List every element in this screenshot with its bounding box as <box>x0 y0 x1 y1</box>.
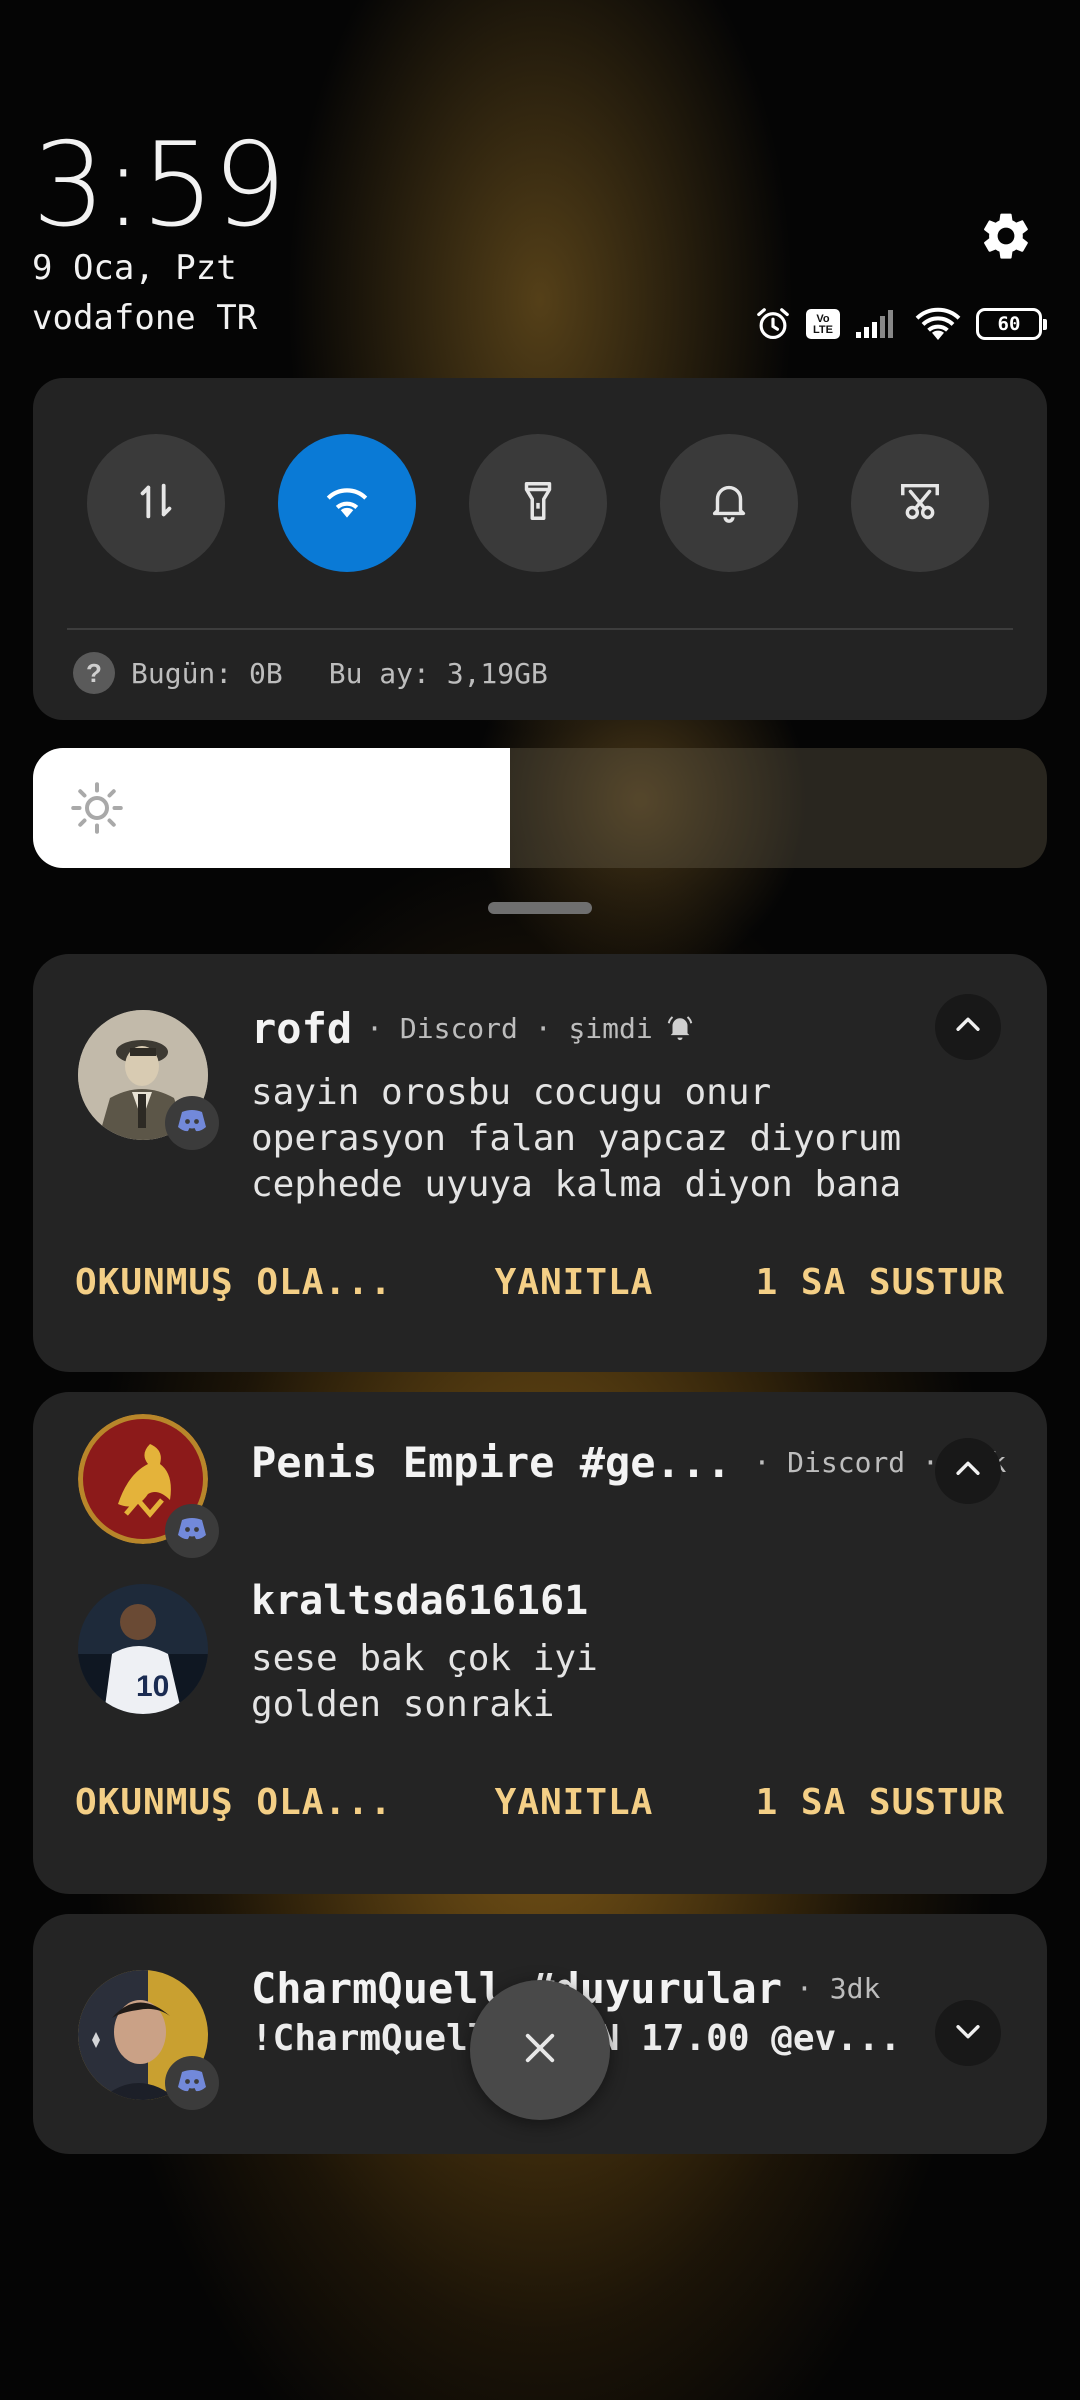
discord-icon <box>176 1109 208 1137</box>
clock-time[interactable]: 3:59 <box>32 128 286 244</box>
flashlight-icon <box>515 478 561 528</box>
chevron-up-icon <box>951 1008 985 1046</box>
date-label[interactable]: 9 Oca, Pzt <box>32 248 237 288</box>
discord-badge <box>165 1504 219 1558</box>
mark-read-button[interactable]: OKUNMUŞ OLA... <box>75 1782 392 1823</box>
toggle-screenshot[interactable] <box>851 434 989 572</box>
notification-header: Penis Empire #ge... · Discord · 3dk <box>251 1438 1006 1487</box>
mute-button[interactable]: 1 SA SUSTUR <box>756 1262 1005 1303</box>
notification-body: sese bak çok iyi golden sonraki <box>251 1638 598 1725</box>
chevron-up-icon <box>951 1452 985 1490</box>
toggle-sound[interactable] <box>660 434 798 572</box>
wifi-icon <box>914 306 962 342</box>
discord-badge <box>165 2056 219 2110</box>
notification-actions: OKUNMUŞ OLA... YANITLA 1 SA SUSTUR <box>75 1262 1005 1303</box>
clear-all-button[interactable] <box>470 1980 610 2120</box>
bell-ring-icon <box>665 1012 695 1046</box>
notification-card[interactable]: Penis Empire #ge... · Discord · 3dk 10 k… <box>33 1392 1047 1894</box>
reply-button[interactable]: YANITLA <box>495 1782 654 1823</box>
svg-text:10: 10 <box>136 1670 169 1703</box>
notification-title: Penis Empire #ge... <box>251 1438 732 1487</box>
alarm-icon <box>754 305 792 343</box>
volte-icon: Vo LTE <box>806 309 840 339</box>
battery-icon: 60 <box>976 308 1047 340</box>
expand-toggle[interactable] <box>935 2000 1001 2066</box>
mark-read-button[interactable]: OKUNMUŞ OLA... <box>75 1262 392 1303</box>
sender-avatar: 10 <box>78 1584 208 1714</box>
reply-button[interactable]: YANITLA <box>495 1262 654 1303</box>
carrier-label: vodafone TR <box>32 298 258 338</box>
expand-toggle[interactable] <box>935 1438 1001 1504</box>
notification-actions: OKUNMUŞ OLA... YANITLA 1 SA SUSTUR <box>75 1782 1005 1823</box>
discord-icon <box>176 1517 208 1545</box>
message-sender: kraltsda616161 <box>251 1578 589 1624</box>
notification-meta: · 3dk <box>796 1972 881 2005</box>
wifi-icon <box>322 482 372 524</box>
toggle-flashlight[interactable] <box>469 434 607 572</box>
scissors-icon <box>897 478 943 528</box>
notification-header: rofd · Discord · şimdi <box>251 1004 695 1053</box>
data-usage-today: Bugün: 0B <box>131 656 283 690</box>
status-bar-icons: Vo LTE 60 <box>754 302 1047 346</box>
battery-level: 60 <box>997 313 1021 335</box>
notification-card[interactable]: rofd · Discord · şimdi sayin orosbu cocu… <box>33 954 1047 1372</box>
quick-settings-divider <box>67 628 1013 630</box>
sun-icon <box>67 778 127 838</box>
data-arrows-icon <box>133 478 179 528</box>
quick-settings-panel: ? Bugün: 0B Bu ay: 3,19GB <box>33 378 1047 720</box>
gear-icon[interactable] <box>978 208 1034 264</box>
discord-badge <box>165 1096 219 1150</box>
notification-meta: · Discord · şimdi <box>366 1012 653 1045</box>
brightness-slider[interactable] <box>33 748 1047 868</box>
notification-body: sayin orosbu cocugu onur operasyon falan… <box>251 1072 902 1205</box>
data-usage-month: Bu ay: 3,19GB <box>328 656 548 690</box>
toggle-mobile-data[interactable] <box>87 434 225 572</box>
expand-toggle[interactable] <box>935 994 1001 1060</box>
toggle-wifi[interactable] <box>278 434 416 572</box>
notification-title: rofd <box>251 1004 353 1053</box>
discord-icon <box>176 2069 208 2097</box>
bell-icon <box>706 478 752 528</box>
drag-handle[interactable] <box>488 902 592 914</box>
data-usage-row[interactable]: ? Bugün: 0B Bu ay: 3,19GB <box>73 652 548 694</box>
mute-button[interactable]: 1 SA SUSTUR <box>756 1782 1005 1823</box>
signal-icon <box>854 308 900 340</box>
help-icon: ? <box>73 652 115 694</box>
chevron-down-icon <box>951 2014 985 2052</box>
close-icon <box>519 2027 561 2073</box>
